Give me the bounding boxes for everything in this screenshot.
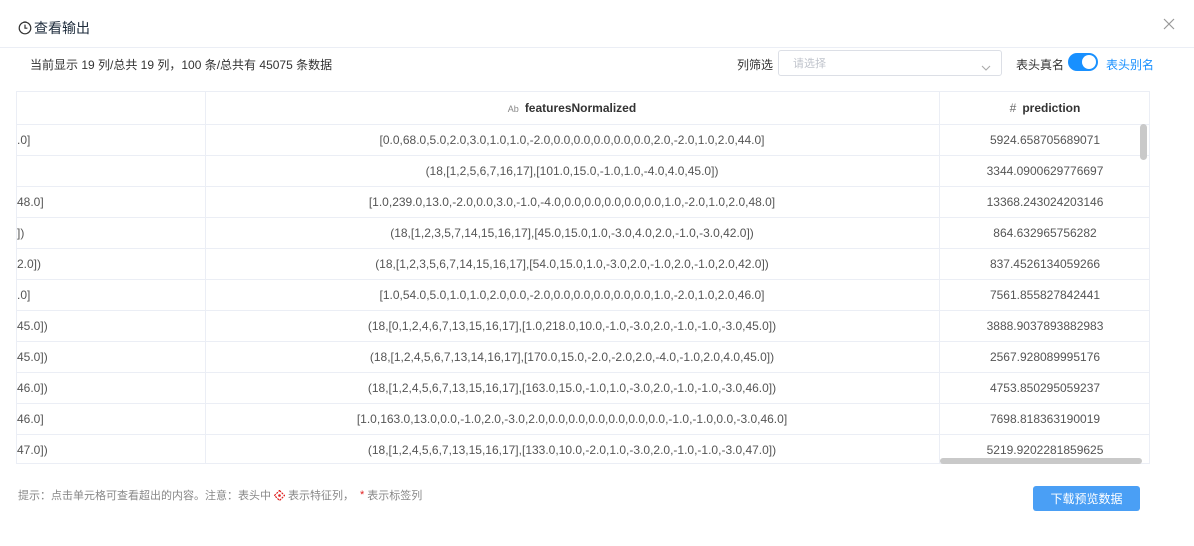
clock-icon — [18, 21, 32, 35]
table-cell[interactable]: 5924.658705689071 — [939, 124, 1149, 156]
table-row: 45.0]) (18,[0,1,2,4,6,7,13,15,16,17],[1.0… — [17, 310, 1149, 342]
table-cell[interactable]: 7561.855827842441 — [939, 279, 1149, 311]
table-cell[interactable]: (18,[1,2,5,6,7,16,17],[101.0,15.0,-1.0,1… — [205, 155, 940, 187]
horizontal-scrollbar[interactable] — [940, 458, 1142, 464]
table-cell[interactable]: 3344.0900629776697 — [939, 155, 1149, 187]
column-filter-select[interactable]: 请选择 — [778, 50, 1002, 76]
column-header[interactable] — [17, 92, 206, 125]
dialog-title: 查看输出 — [18, 18, 90, 38]
data-summary: 当前显示 19 列/总共 19 列，100 条/总共有 45075 条数据 — [30, 58, 333, 72]
table-row: ]) (18,[1,2,3,5,7,14,15,16,17],[45.0,15.0… — [17, 217, 1149, 249]
table-cell[interactable]: 47.0]) — [17, 434, 206, 463]
hint-prefix: 提示：点击单元格可查看超出的内容。注意：表头中 — [18, 490, 271, 502]
table-cell[interactable]: (18,[1,2,3,5,6,7,14,15,16,17],[54.0,15.0… — [205, 248, 940, 280]
header-real-name-label: 表头真名 — [1016, 58, 1065, 72]
table-cell[interactable]: 13368.243024203146 — [939, 186, 1149, 218]
table-cell[interactable]: 4753.850295059237 — [939, 372, 1149, 404]
table-header-row: Ab featuresNormalized # prediction — [17, 92, 1149, 125]
table-row: .0] [0.0,68.0,5.0,2.0,3.0,1.0,1.0,-2.0,0.… — [17, 124, 1149, 156]
table-cell[interactable]: (18,[1,2,4,5,6,7,13,14,16,17],[170.0,15.… — [205, 341, 940, 373]
hint-feature-text: 表示特征列， — [288, 490, 354, 502]
table-cell[interactable]: [0.0,68.0,5.0,2.0,3.0,1.0,1.0,-2.0,0.0,0… — [205, 124, 940, 156]
string-type-icon: Ab — [507, 103, 519, 114]
hint-text: 提示：点击单元格可查看超出的内容。注意：表头中 表示特征列， * 表示标签列 — [18, 487, 422, 503]
table-row: 46.0] [1.0,163.0,13.0,0.0,-1.0,2.0,-3.0,2… — [17, 403, 1149, 435]
number-type-icon: # — [1009, 100, 1017, 115]
table-cell[interactable]: (18,[1,2,4,5,6,7,13,15,16,17],[163.0,15.… — [205, 372, 940, 404]
table-cell[interactable]: 46.0] — [17, 403, 206, 435]
dialog-title-text: 查看输出 — [34, 20, 90, 36]
header-alias-label: 表头别名 — [1106, 58, 1155, 72]
table-cell[interactable]: 7698.818363190019 — [939, 403, 1149, 435]
dialog-header: 查看输出 — [0, 0, 1194, 48]
table-cell[interactable]: .0] — [17, 124, 206, 156]
table-cell[interactable]: 3888.9037893882983 — [939, 310, 1149, 342]
table-cell[interactable]: .0] — [17, 279, 206, 311]
table-row: .0] [1.0,54.0,5.0,1.0,1.0,2.0,0.0,-2.0,0.… — [17, 279, 1149, 311]
table-cell[interactable]: (18,[1,2,4,5,6,7,13,15,16,17],[133.0,10.… — [205, 434, 940, 463]
table-row: (18,[1,2,5,6,7,16,17],[101.0,15.0,-1.0,1… — [17, 155, 1149, 187]
table-cell[interactable]: (18,[1,2,3,5,7,14,15,16,17],[45.0,15.0,1… — [205, 217, 940, 249]
feature-diamond-icon — [273, 489, 286, 501]
table-cell[interactable]: 864.632965756282 — [939, 217, 1149, 249]
column-header-prediction[interactable]: # prediction — [939, 92, 1149, 125]
toggle-knob — [1082, 55, 1096, 69]
column-header-featuresNormalized[interactable]: Ab featuresNormalized — [205, 92, 940, 125]
table-cell[interactable]: 2.0]) — [17, 248, 206, 280]
table-cell[interactable]: 48.0] — [17, 186, 206, 218]
table-row: 2.0]) (18,[1,2,3,5,6,7,14,15,16,17],[54.0… — [17, 248, 1149, 280]
table-cell[interactable]: ]) — [17, 217, 206, 249]
table-cell[interactable]: 45.0]) — [17, 341, 206, 373]
preview-table: Ab featuresNormalized # prediction .0] [0.0… — [16, 91, 1150, 464]
column-filter-label: 列筛选 — [737, 58, 774, 72]
table-row: 45.0]) (18,[1,2,4,5,6,7,13,14,16,17],[170… — [17, 341, 1149, 373]
table-cell[interactable]: [1.0,239.0,13.0,-2.0,0.0,3.0,-1.0,-4.0,0… — [205, 186, 940, 218]
label-star-icon: * — [360, 489, 365, 501]
table-row: 48.0] [1.0,239.0,13.0,-2.0,0.0,3.0,-1.0,-… — [17, 186, 1149, 218]
table-cell[interactable] — [17, 155, 206, 187]
table-cell[interactable]: 45.0]) — [17, 310, 206, 342]
vertical-scrollbar[interactable] — [1140, 124, 1147, 160]
chevron-down-icon — [981, 60, 991, 71]
table-cell[interactable]: (18,[0,1,2,4,6,7,13,15,16,17],[1.0,218.0… — [205, 310, 940, 342]
table-cell[interactable]: 837.4526134059266 — [939, 248, 1149, 280]
header-name-toggle[interactable] — [1068, 53, 1098, 71]
table-cell[interactable]: 46.0]) — [17, 372, 206, 404]
hint-label-text: 表示标签列 — [367, 490, 423, 502]
table-cell[interactable]: [1.0,163.0,13.0,0.0,-1.0,2.0,-3.0,2.0,0.… — [205, 403, 940, 435]
close-icon[interactable] — [1162, 17, 1176, 31]
column-filter-placeholder: 请选择 — [793, 58, 826, 70]
table-row: 46.0]) (18,[1,2,4,5,6,7,13,15,16,17],[163… — [17, 372, 1149, 404]
download-preview-button[interactable]: 下载预览数据 — [1033, 486, 1140, 511]
table-cell[interactable]: 2567.928089995176 — [939, 341, 1149, 373]
table-cell[interactable]: [1.0,54.0,5.0,1.0,1.0,2.0,0.0,-2.0,0.0,0… — [205, 279, 940, 311]
